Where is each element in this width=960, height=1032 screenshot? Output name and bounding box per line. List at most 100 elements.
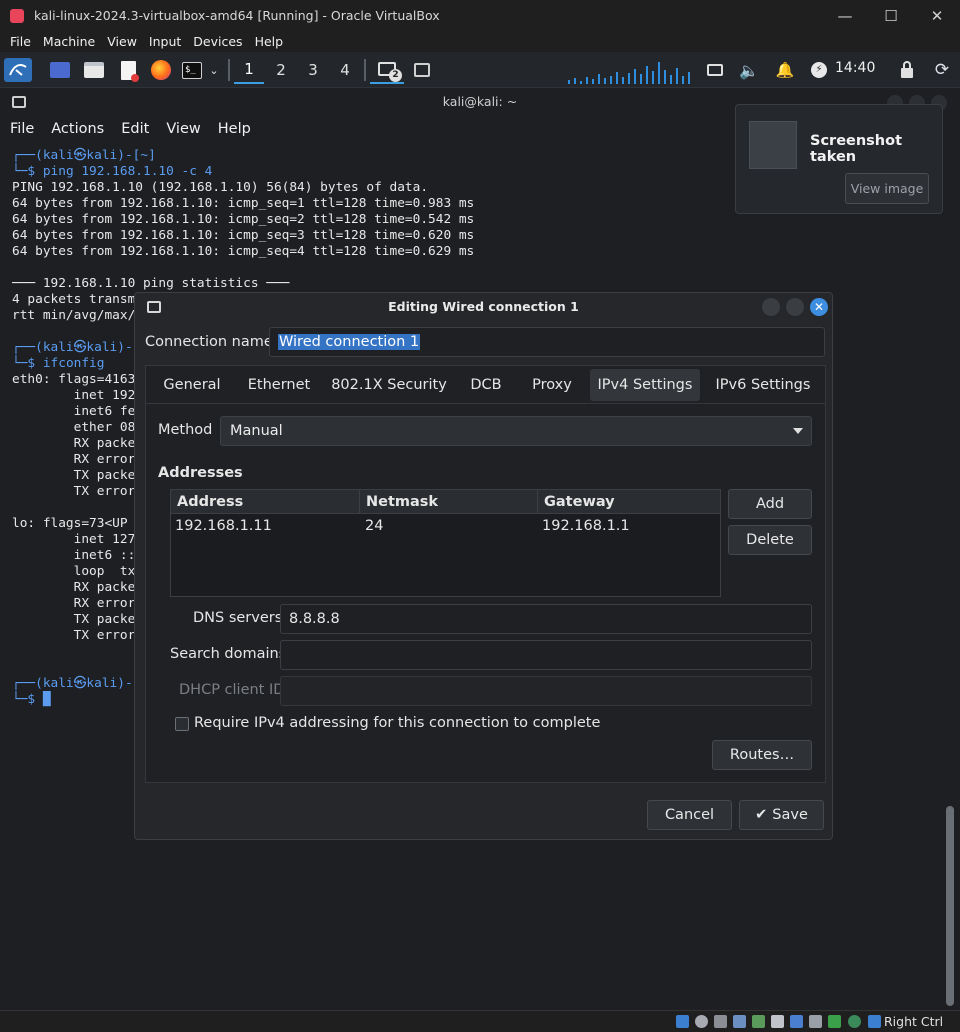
display-icon[interactable] [790,1015,803,1028]
minimize-icon[interactable]: — [822,0,868,31]
cancel-button[interactable]: Cancel [647,800,732,830]
hard-disk-icon[interactable] [676,1015,689,1028]
panel-clock[interactable]: 14:40 [835,60,875,76]
delete-address-button[interactable]: Delete [728,525,812,555]
host-menu-help[interactable]: Help [249,34,290,49]
settings-tabbar: General Ethernet 802.1X Security DCB Pro… [145,365,826,403]
host-menu-machine[interactable]: Machine [37,34,101,49]
dialog-minimize-button[interactable] [762,298,780,316]
terminal-menu-view[interactable]: View [166,121,200,137]
tab-ipv6-settings[interactable]: IPv6 Settings [708,369,818,401]
taskbar-window-button[interactable]: 2 [370,56,404,84]
screenshot-notification: Screenshot taken View image [735,104,943,214]
gateway-cell[interactable]: 192.168.1.1 [542,518,630,534]
dns-servers-label: DNS servers [193,610,283,626]
require-ipv4-checkbox[interactable] [175,717,189,731]
file-manager-icon[interactable] [82,58,106,82]
terminal-line: TX error [12,484,136,499]
terminal-menu-help[interactable]: Help [218,121,251,137]
network-icon[interactable] [703,58,727,82]
workspace-2[interactable]: 2 [266,56,296,84]
terminal-line: lo: flags=73<UP [12,516,128,531]
terminal-window-menu-icon[interactable] [12,96,26,108]
addresses-table[interactable]: Address Netmask Gateway 192.168.1.11 24 … [170,489,721,597]
workspace-4[interactable]: 4 [330,56,360,84]
shared-folders-icon[interactable] [771,1015,784,1028]
dns-servers-input[interactable]: 8.8.8.8 [280,604,812,634]
dialog-close-icon[interactable]: ✕ [810,298,828,316]
address-cell[interactable]: 192.168.1.11 [175,518,272,534]
terminal-line: 64 bytes from 192.168.1.10: icmp_seq=1 t… [12,196,475,211]
column-netmask[interactable]: Netmask [360,490,538,514]
notifications-bell-icon[interactable]: 🔔 [773,58,797,82]
terminal-launcher-icon[interactable]: $_ [180,58,204,82]
method-value: Manual [230,423,283,439]
workspace-1[interactable]: 1 [234,56,264,84]
lock-screen-icon[interactable] [895,58,919,82]
add-address-button[interactable]: Add [728,489,812,519]
tab-ethernet[interactable]: Ethernet [238,369,320,401]
volume-icon[interactable]: 🔈 [737,58,761,82]
terminal-line: ether 08 [12,420,136,435]
show-desktop-icon[interactable] [48,58,72,82]
logout-icon[interactable]: ⟳ [930,58,954,82]
tab-8021x-security[interactable]: 802.1X Security [328,369,450,401]
optical-drive-icon[interactable] [695,1015,708,1028]
audio-icon[interactable] [714,1015,727,1028]
terminal-line: └─$ █ [12,692,51,707]
terminal-line: ┌──(kali㉿kali)- [12,676,133,691]
tab-ipv4-settings[interactable]: IPv4 Settings [590,369,700,401]
text-editor-icon[interactable] [116,58,140,82]
workspace-3[interactable]: 3 [298,56,328,84]
mouse-integration-icon[interactable] [848,1015,861,1028]
netmask-cell[interactable]: 24 [365,518,383,534]
require-ipv4-label[interactable]: Require IPv4 addressing for this connect… [194,715,600,731]
search-domains-input[interactable] [280,640,812,670]
usb-icon[interactable] [752,1015,765,1028]
terminal-line: 64 bytes from 192.168.1.10: icmp_seq=2 t… [12,212,475,227]
kali-menu-icon[interactable] [4,58,32,82]
virtualbox-icon [10,8,24,23]
window-count-badge: 2 [389,69,402,82]
column-address[interactable]: Address [171,490,360,514]
host-menu-input[interactable]: Input [143,34,187,49]
column-gateway[interactable]: Gateway [538,490,720,514]
tab-proxy[interactable]: Proxy [522,369,582,401]
network-adapter-icon[interactable] [733,1015,746,1028]
routes-button[interactable]: Routes… [712,740,812,770]
terminal-menu-actions[interactable]: Actions [51,121,104,137]
host-menu-file[interactable]: File [4,34,37,49]
power-manager-icon[interactable]: ⚡ [807,58,831,82]
dns-servers-value: 8.8.8.8 [289,611,340,627]
terminal-window-icon[interactable] [410,58,434,82]
tab-dcb[interactable]: DCB [458,369,514,401]
xfce-panel: $_ ⌄ 1 2 3 4 2 🔈 🔔 ⚡ 14:40 ⟳ [0,52,960,88]
recording-icon[interactable] [809,1015,822,1028]
terminal-line: 64 bytes from 192.168.1.10: icmp_seq=3 t… [12,228,475,243]
host-menu-view[interactable]: View [101,34,143,49]
terminal-line: RX error [12,596,136,611]
terminal-menu-file[interactable]: File [10,121,34,137]
keyboard-capture-icon[interactable] [868,1015,881,1028]
firefox-icon[interactable] [149,58,173,82]
notification-title: Screenshot taken [810,133,903,165]
chevron-down-icon[interactable]: ⌄ [206,58,222,82]
tab-general[interactable]: General [154,369,230,401]
host-menu-devices[interactable]: Devices [187,34,248,49]
terminal-line: inet6 :: [12,548,136,563]
view-image-button[interactable]: View image [845,173,929,204]
method-select[interactable]: Manual [220,416,812,446]
dialog-maximize-button[interactable] [786,298,804,316]
terminal-line: TX packe [12,612,136,627]
close-icon[interactable]: ✕ [914,0,960,31]
terminal-scrollbar[interactable] [946,806,954,1006]
cpu-graph [566,60,692,84]
cpu-activity-icon[interactable] [828,1015,841,1028]
connection-name-input[interactable]: Wired connection 1 [269,327,825,357]
save-button[interactable]: ✔ Save [739,800,824,830]
terminal-menu-edit[interactable]: Edit [121,121,149,137]
dialog-title: Editing Wired connection 1 [388,299,579,314]
maximize-icon[interactable]: ☐ [868,0,914,31]
terminal-line: RX error [12,452,136,467]
terminal-line: └─$ ping 192.168.1.10 -c 4 [12,164,213,179]
